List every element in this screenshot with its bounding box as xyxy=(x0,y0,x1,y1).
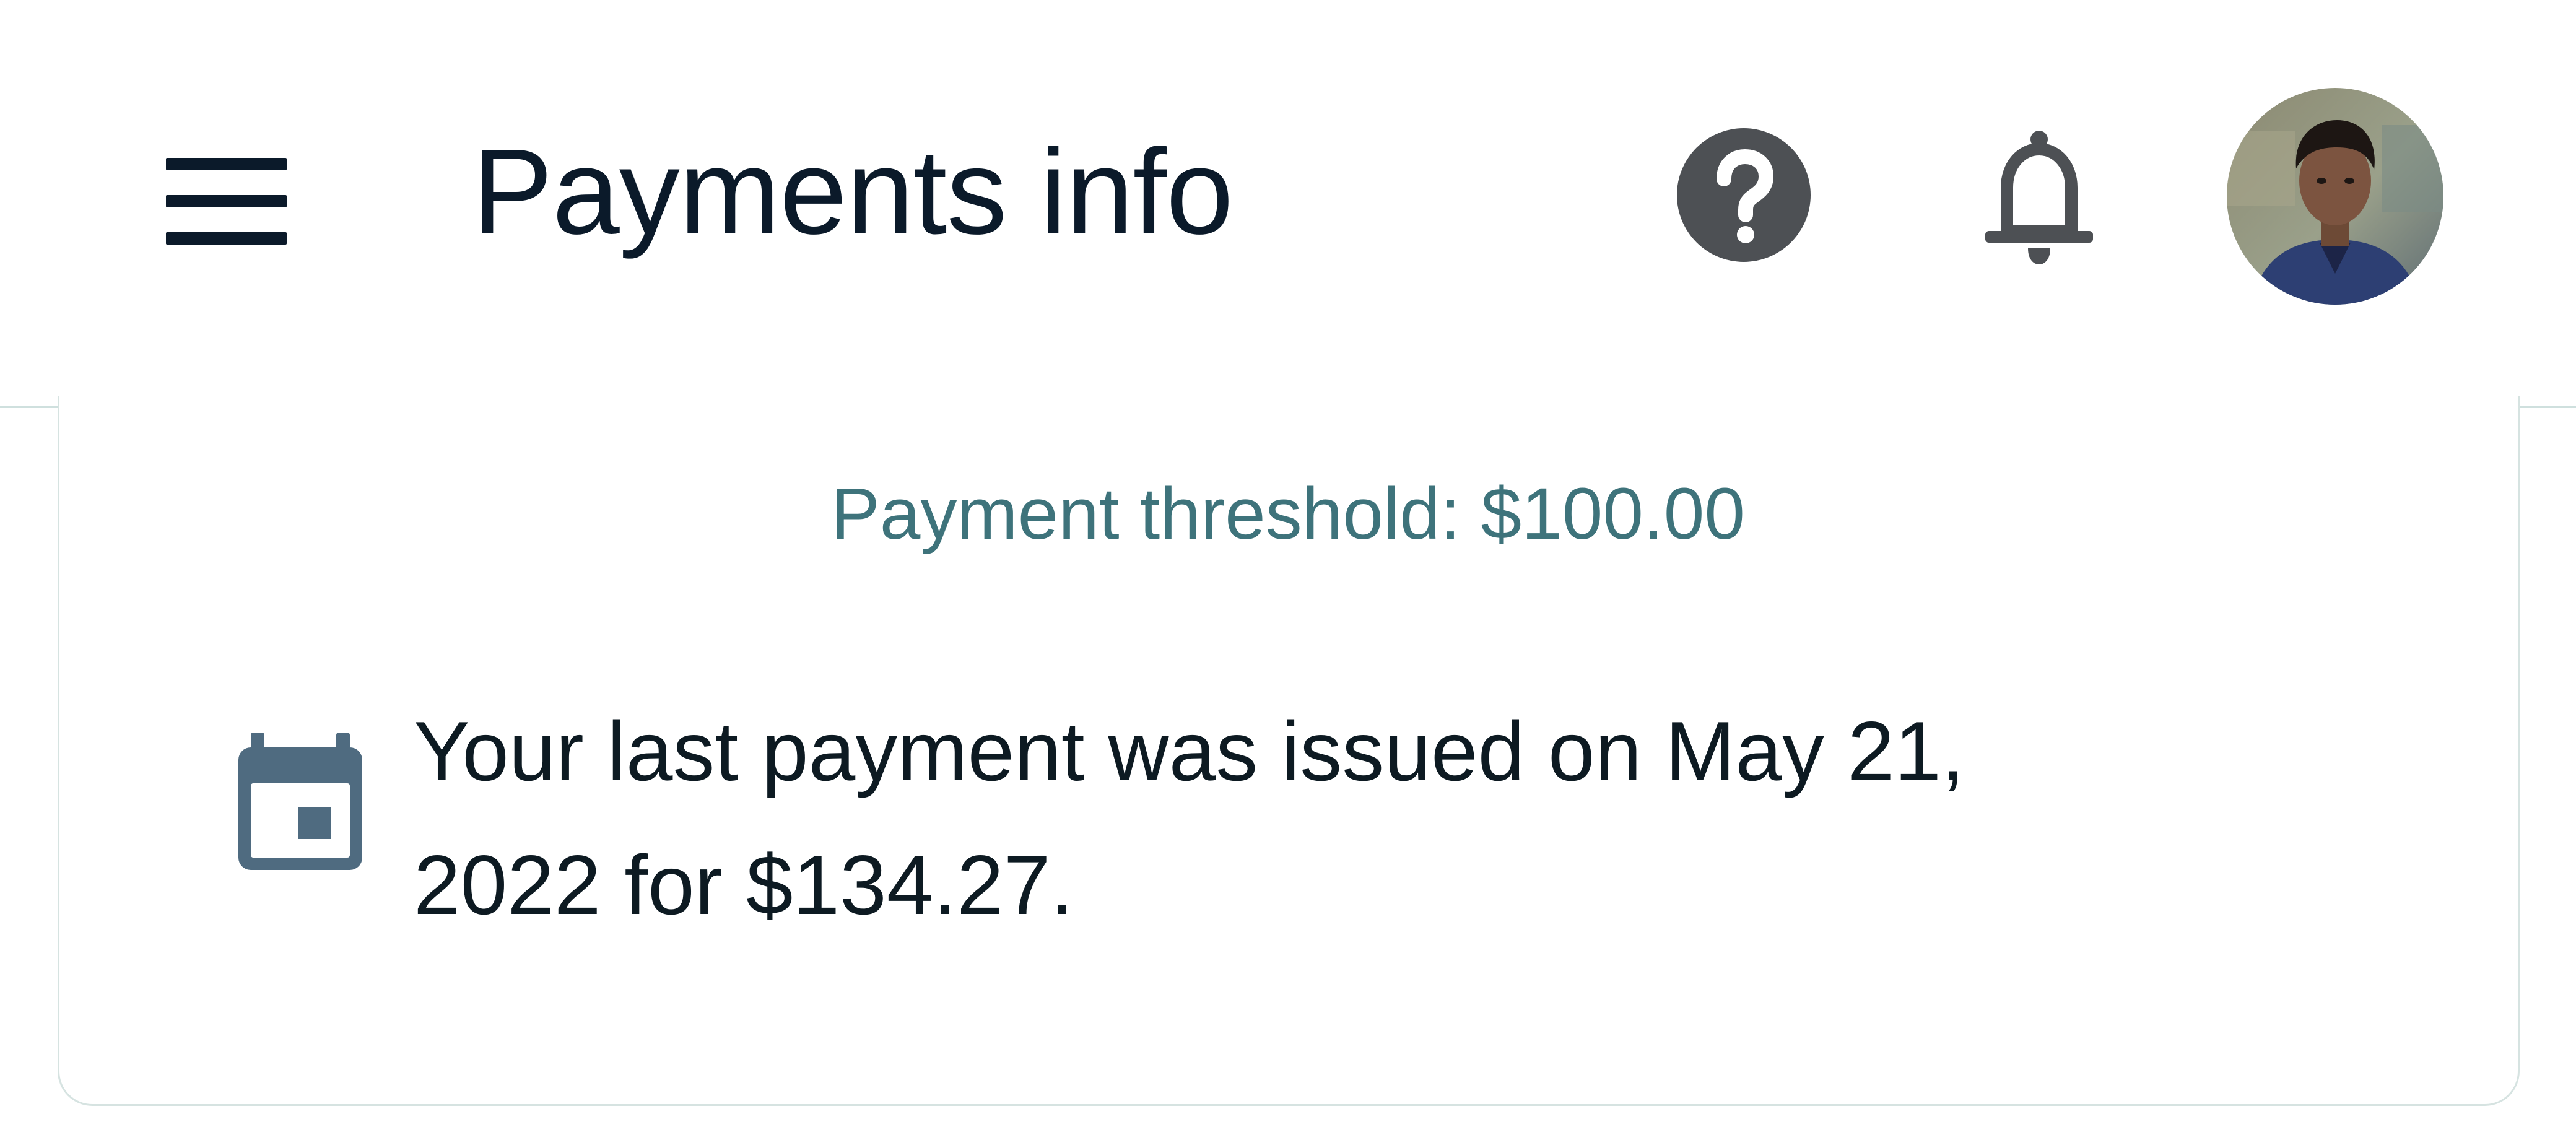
bell-icon xyxy=(1985,131,2093,264)
help-circle-icon xyxy=(1717,149,1774,243)
avatar[interactable] xyxy=(2227,88,2443,305)
notifications-button[interactable] xyxy=(1982,127,2097,269)
page-title: Payments info xyxy=(472,124,1234,259)
app-bar: Payments info xyxy=(0,0,2576,408)
last-payment-text: Your last payment was issued on May 21, … xyxy=(414,704,1965,932)
user-avatar-image xyxy=(2227,88,2443,305)
payment-threshold: Payment threshold: $100.00 xyxy=(831,473,1745,555)
calendar-icon xyxy=(238,733,362,870)
help-button[interactable] xyxy=(1677,128,1811,262)
menu-button[interactable] xyxy=(149,133,303,269)
